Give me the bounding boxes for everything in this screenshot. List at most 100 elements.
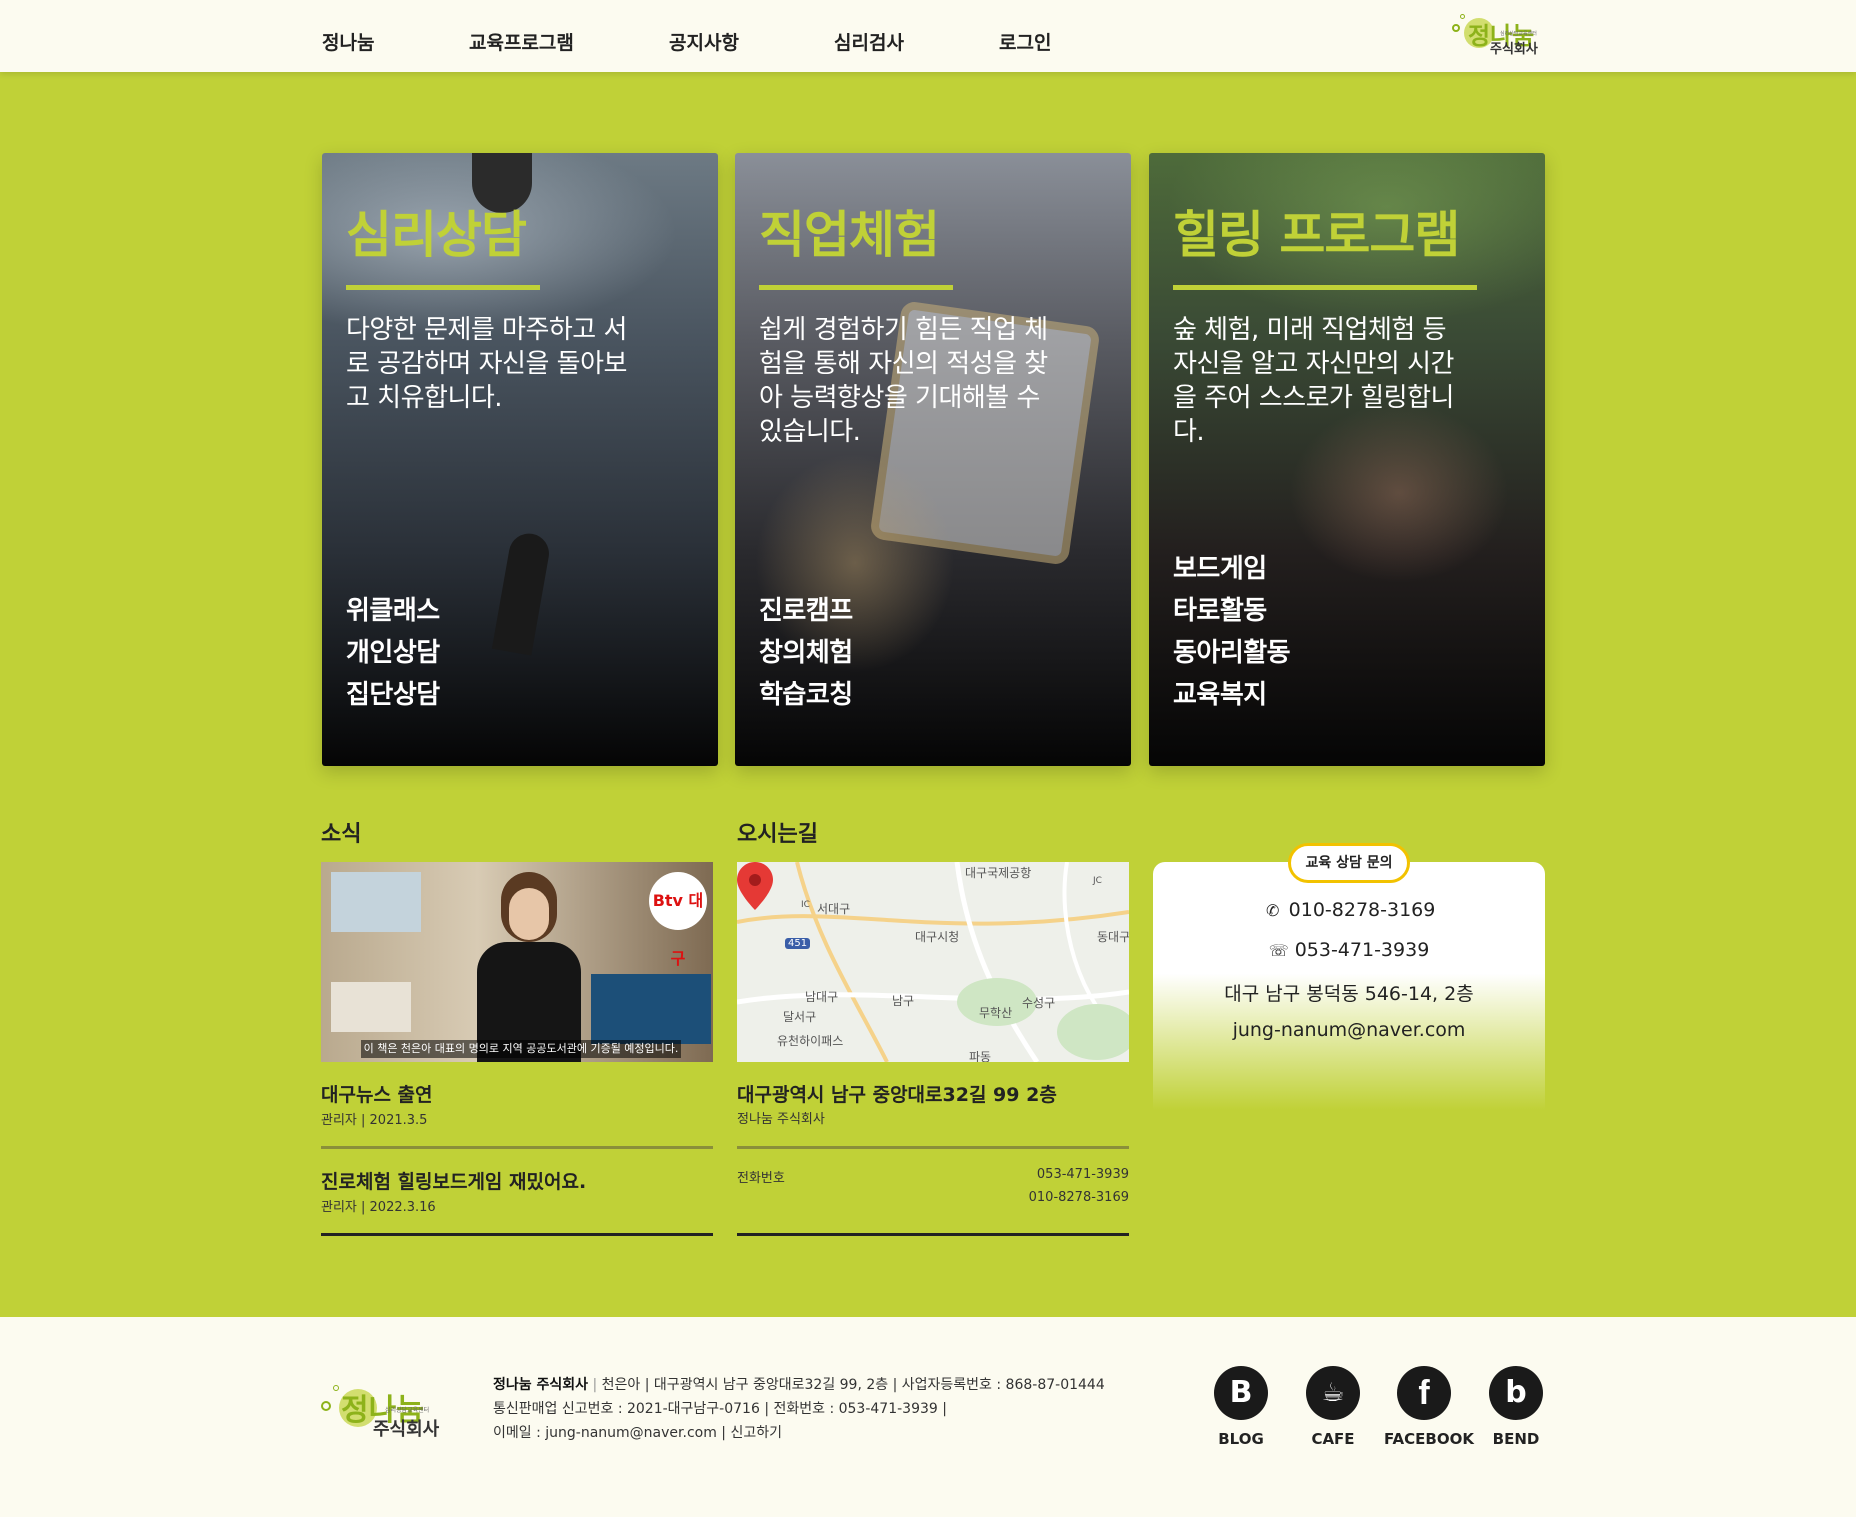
map-label: JC (1093, 876, 1102, 886)
card-description: 쉽게 경험하기 힘든 직업 체험을 통해 자신의 적성을 찾아 능력향상을 기대… (759, 315, 1048, 447)
card-item-individual[interactable]: 개인상담 (346, 632, 440, 674)
map-label: 무학산 (979, 1006, 1013, 1020)
map-label: 남대구 (805, 990, 839, 1004)
band-icon: b (1489, 1366, 1543, 1420)
card-item-career-camp[interactable]: 진로캠프 (759, 590, 853, 632)
contact-email: jung-nanum@naver.com (1232, 1019, 1466, 1041)
nav-item-education[interactable]: 교육프로그램 (469, 28, 574, 55)
news-item-meta: 관리자 | 2021.3.5 (321, 1113, 428, 1128)
location-section-title: 오시는길 (737, 822, 818, 847)
card-title: 힐링 프로그램 (1173, 206, 1460, 264)
nav-item-psych-test[interactable]: 심리검사 (834, 28, 904, 55)
band-label: BEND (1492, 1430, 1540, 1448)
news-channel-badge: Btv 대구 (649, 872, 707, 968)
news-screen-deco (331, 872, 421, 932)
news-bottom-line (321, 1233, 713, 1236)
card-item-boardgame[interactable]: 보드게임 (1173, 548, 1290, 590)
cafe-icon: ☕ (1306, 1366, 1360, 1420)
card-item-group[interactable]: 집단상담 (346, 674, 440, 716)
map-label: 남구 (892, 994, 915, 1008)
card-item-club[interactable]: 동아리활동 (1173, 632, 1291, 674)
card-item-weeclass[interactable]: 위클래스 (346, 590, 440, 632)
blog-link[interactable]: B BLOG (1201, 1366, 1281, 1448)
card-items: 보드게임 타로활동 동아리활동 교육복지 (1173, 548, 1291, 716)
phone-icon: ✆ (1265, 901, 1280, 920)
footer-info-line3[interactable]: 이메일 : jung-nanum@naver.com | 신고하기 (493, 1422, 782, 1442)
location-divider (737, 1146, 1129, 1149)
map-label: 유천하이패스 (777, 1034, 844, 1048)
footer-info-line1: 정나눔 주식회사 | 천은아 | 대구광역시 남구 중앙대로32길 99, 2층… (493, 1377, 1105, 1393)
cafe-label: CAFE (1311, 1430, 1355, 1448)
logo-dot-icon (1452, 24, 1460, 32)
contact-tag: 교육 상담 문의 (1288, 843, 1410, 883)
map-label: 대구시청 (915, 930, 960, 944)
news-image[interactable]: Btv 대구 이 책은 천은아 대표의 명의로 지역 공공도서관에 기증될 예정… (321, 862, 713, 1062)
card-title: 직업체험 (759, 206, 940, 264)
logo-dot-icon (1460, 14, 1465, 19)
card-counseling[interactable]: 심리상담 다양한 문제를 마주하고 서로 공감하며 자신을 돌아보고 치유합니다… (322, 153, 718, 766)
nav-item-login[interactable]: 로그인 (999, 28, 1051, 55)
map-label: 달서구 (783, 1010, 817, 1024)
nav-item-jungnanum[interactable]: 정나눔 (322, 28, 374, 55)
card-title-underline (1173, 285, 1477, 290)
news-photos-deco (331, 982, 411, 1032)
telephone-icon: ☏ (1268, 941, 1289, 960)
map-label: 수성구 (1022, 996, 1056, 1010)
logo-sub: 주식회사 (373, 1419, 440, 1440)
footer-logo[interactable]: 정나눔 심리상담교육센터 주식회사 (321, 1377, 461, 1440)
news-item-meta: 관리자 | 2022.3.16 (321, 1200, 436, 1215)
card-title-underline (759, 285, 953, 290)
news-tv-inset (591, 974, 711, 1044)
news-item-title[interactable]: 진로체험 힐링보드게임 재밌어요. (321, 1167, 586, 1194)
contact-phone-value: 053-471-3939 (1294, 939, 1430, 961)
facebook-icon: f (1397, 1366, 1451, 1420)
location-tel1: 053-471-3939 (1036, 1167, 1129, 1182)
map-label: 대구국제공항 (965, 866, 1032, 880)
logo-dot-icon (321, 1401, 331, 1411)
card-title: 심리상담 (346, 206, 527, 264)
card-item-creative[interactable]: 창의체험 (759, 632, 853, 674)
map-pin-icon (737, 862, 773, 910)
card-healing[interactable]: 힐링 프로그램 숲 체험, 미래 직업체험 등 자신을 알고 자신만의 시간을 … (1149, 153, 1545, 766)
logo-tagline: 심리상담교육센터 (385, 1407, 430, 1414)
blog-icon: B (1214, 1366, 1268, 1420)
facebook-link[interactable]: f FACEBOOK (1384, 1366, 1474, 1448)
facebook-label: FACEBOOK (1384, 1430, 1474, 1448)
header-logo[interactable]: 정나눔 심리상담교육센터 주식회사 (1450, 12, 1550, 60)
logo-sub: 주식회사 (1490, 42, 1538, 57)
news-divider (321, 1146, 713, 1149)
footer-line1: 천은아 | 대구광역시 남구 중앙대로32길 99, 2층 | 사업자등록번호 … (601, 1377, 1105, 1393)
map-label: IC (801, 900, 810, 910)
news-person-deco (471, 872, 581, 1062)
map-label: 동대구 (1097, 930, 1129, 944)
contact-mobile: ✆ 010-8278-3169 (1153, 899, 1545, 921)
news-item-title[interactable]: 대구뉴스 출연 (321, 1080, 433, 1107)
news-image-caption: 이 책은 천은아 대표의 명의로 지역 공공도서관에 기증될 예정입니다. (361, 1040, 681, 1058)
blog-label: BLOG (1218, 1430, 1264, 1448)
contact-address: 대구 남구 봉덕동 546-14, 2층 (1224, 983, 1474, 1005)
card-job-experience[interactable]: 직업체험 쉽게 경험하기 힘든 직업 체험을 통해 자신의 적성을 찾아 능력향… (735, 153, 1131, 766)
card-items: 위클래스 개인상담 집단상담 (346, 590, 440, 716)
logo-tagline: 심리상담교육센터 (1500, 31, 1537, 37)
location-tel2: 010-8278-3169 (1028, 1190, 1129, 1205)
card-item-coaching[interactable]: 학습코칭 (759, 674, 853, 716)
card-description: 다양한 문제를 마주하고 서로 공감하며 자신을 돌아보고 치유합니다. (346, 315, 627, 413)
footer-info-line2: 통신판매업 신고번호 : 2021-대구남구-0716 | 전화번호 : 053… (493, 1401, 947, 1417)
location-tel-label: 전화번호 (737, 1171, 785, 1186)
location-map[interactable]: 대구국제공항 서대구 대구시청 동대구 남대구 남구 무학산 수성구 달서구 유… (737, 862, 1129, 1062)
card-item-tarot[interactable]: 타로활동 (1173, 590, 1290, 632)
card-description: 숲 체험, 미래 직업체험 등 자신을 알고 자신만의 시간을 주어 스스로가 … (1173, 315, 1454, 447)
location-address: 대구광역시 남구 중앙대로32길 99 2층 (737, 1084, 1057, 1106)
map-label: 파동 (969, 1050, 992, 1062)
card-item-welfare[interactable]: 교육복지 (1173, 674, 1290, 716)
location-company: 정나눔 주식회사 (737, 1112, 825, 1127)
location-bottom-line (737, 1233, 1129, 1236)
nav-item-notice[interactable]: 공지사항 (669, 28, 739, 55)
cafe-link[interactable]: ☕ CAFE (1293, 1366, 1373, 1448)
contact-phone: ☏ 053-471-3939 (1153, 939, 1545, 961)
band-link[interactable]: b BEND (1476, 1366, 1556, 1448)
card-items: 진로캠프 창의체험 학습코칭 (759, 590, 853, 716)
card-title-underline (346, 285, 540, 290)
footer-company: 정나눔 주식회사 (493, 1377, 589, 1393)
news-section-title: 소식 (321, 822, 362, 847)
